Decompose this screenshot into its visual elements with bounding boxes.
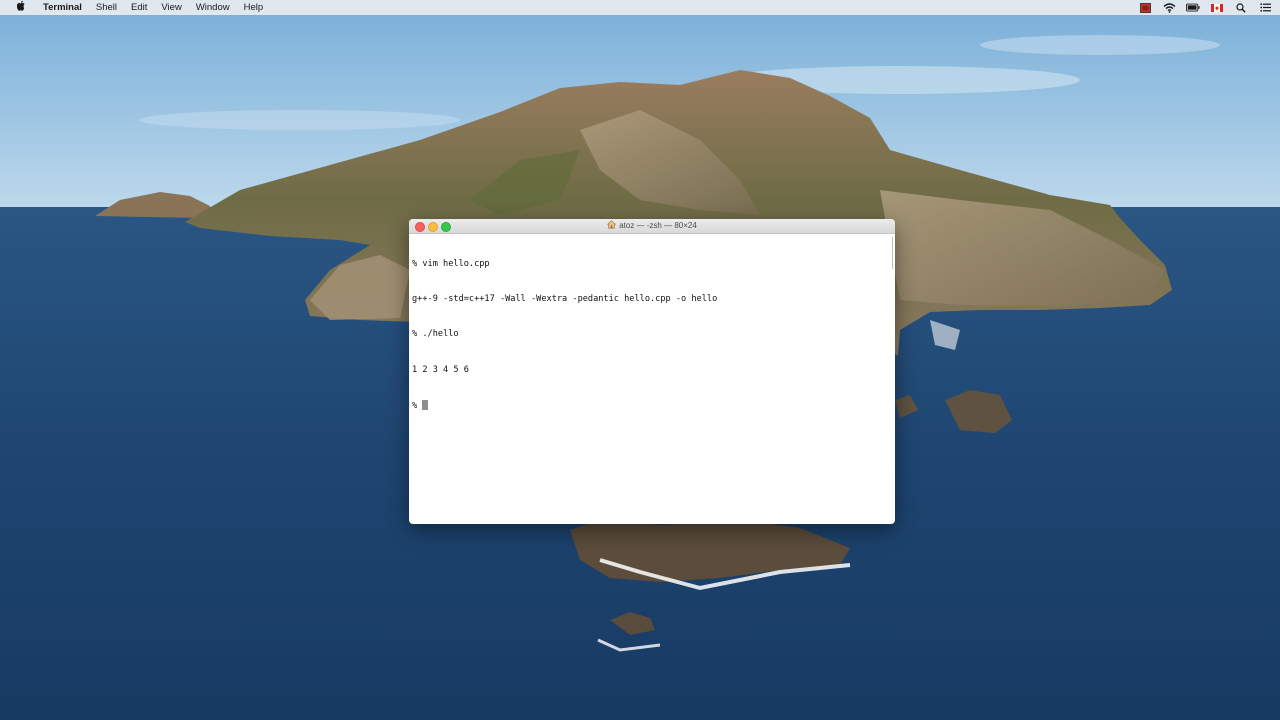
terminal-prompt: % (412, 401, 423, 412)
window-title-text: atoz — -zsh — 80×24 (619, 221, 697, 230)
menu-shell[interactable]: Shell (89, 0, 124, 15)
menu-window[interactable]: Window (189, 0, 237, 15)
apple-logo-icon[interactable] (14, 0, 28, 16)
battery-icon[interactable] (1186, 0, 1200, 15)
menu-help[interactable]: Help (237, 0, 271, 15)
search-icon[interactable] (1234, 0, 1248, 15)
terminal-line: % vim hello.cpp (412, 258, 490, 269)
terminal-line: g++-9 -std=c++17 -Wall -Wextra -pedantic… (412, 293, 718, 304)
terminal-prompt-line: % (412, 400, 892, 412)
home-icon (607, 220, 617, 229)
menu-edit[interactable]: Edit (124, 0, 154, 15)
terminal-line: 1 2 3 4 5 6 (412, 364, 469, 375)
menu-bar: Terminal Shell Edit View Window Help (0, 0, 1280, 15)
wifi-icon[interactable] (1162, 0, 1176, 15)
flag-canada-icon[interactable] (1210, 0, 1224, 15)
window-title: atoz — -zsh — 80×24 (409, 219, 895, 233)
window-titlebar[interactable]: atoz — -zsh — 80×24 (409, 219, 895, 234)
terminal-content[interactable]: % vim hello.cpp g++-9 -std=c++17 -Wall -… (409, 234, 895, 436)
flag-red-icon[interactable] (1138, 0, 1152, 15)
terminal-window[interactable]: atoz — -zsh — 80×24 % vim hello.cpp g++-… (409, 219, 895, 524)
text-cursor (422, 400, 429, 411)
list-icon[interactable] (1258, 0, 1272, 15)
menu-view[interactable]: View (154, 0, 188, 15)
status-area (1138, 0, 1272, 15)
scroll-indicator[interactable] (892, 237, 893, 269)
desktop: Terminal Shell Edit View Window Help ato… (0, 0, 1280, 720)
terminal-line: % ./hello (412, 329, 459, 340)
menu-app-terminal[interactable]: Terminal (36, 0, 89, 15)
